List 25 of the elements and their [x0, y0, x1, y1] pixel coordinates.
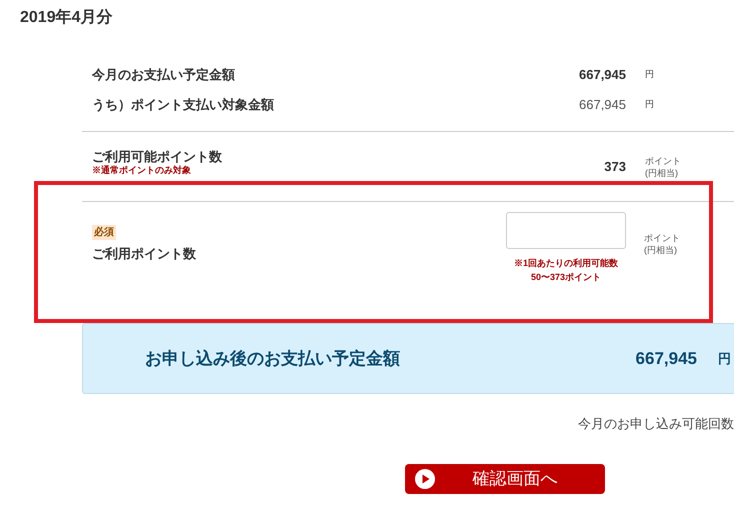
unit-label: ポイント — [645, 154, 681, 166]
unit-label: ポイント — [644, 232, 680, 244]
note-text: 50〜373ポイント — [530, 271, 601, 284]
unit-label: 円 — [645, 68, 654, 82]
points-input[interactable] — [506, 212, 626, 249]
confirm-button[interactable]: 確認画面へ — [405, 464, 605, 494]
required-badge: 必須 — [92, 225, 116, 240]
play-icon — [415, 469, 435, 489]
row-label: ご利用可能ポイント数 — [92, 149, 222, 165]
amount: 667,945 — [578, 66, 626, 84]
row-label: うち）ポイント支払い対象金額 — [92, 96, 275, 114]
points-amount: 373 — [603, 158, 626, 176]
unit-label: 円 — [645, 98, 654, 112]
note-text: ※1回あたりの利用可能数 — [514, 257, 618, 270]
total-label: お申し込み後のお支払い予定金額 — [145, 348, 401, 370]
total-amount: 667,945 — [636, 348, 697, 370]
note-text: ※通常ポイントのみ対象 — [92, 165, 191, 176]
row-label: 今月のお支払い予定金額 — [92, 66, 236, 84]
unit-note: (円相当) — [645, 166, 678, 178]
row-label: ご利用ポイント数 — [92, 245, 196, 263]
page-title: 2019年4月分 — [20, 8, 112, 28]
amount: 667,945 — [578, 96, 626, 114]
unit-note: (円相当) — [644, 244, 677, 256]
remaining-count-label: 今月のお申し込み可能回数 — [578, 415, 734, 433]
unit-label: 円 — [718, 350, 731, 368]
